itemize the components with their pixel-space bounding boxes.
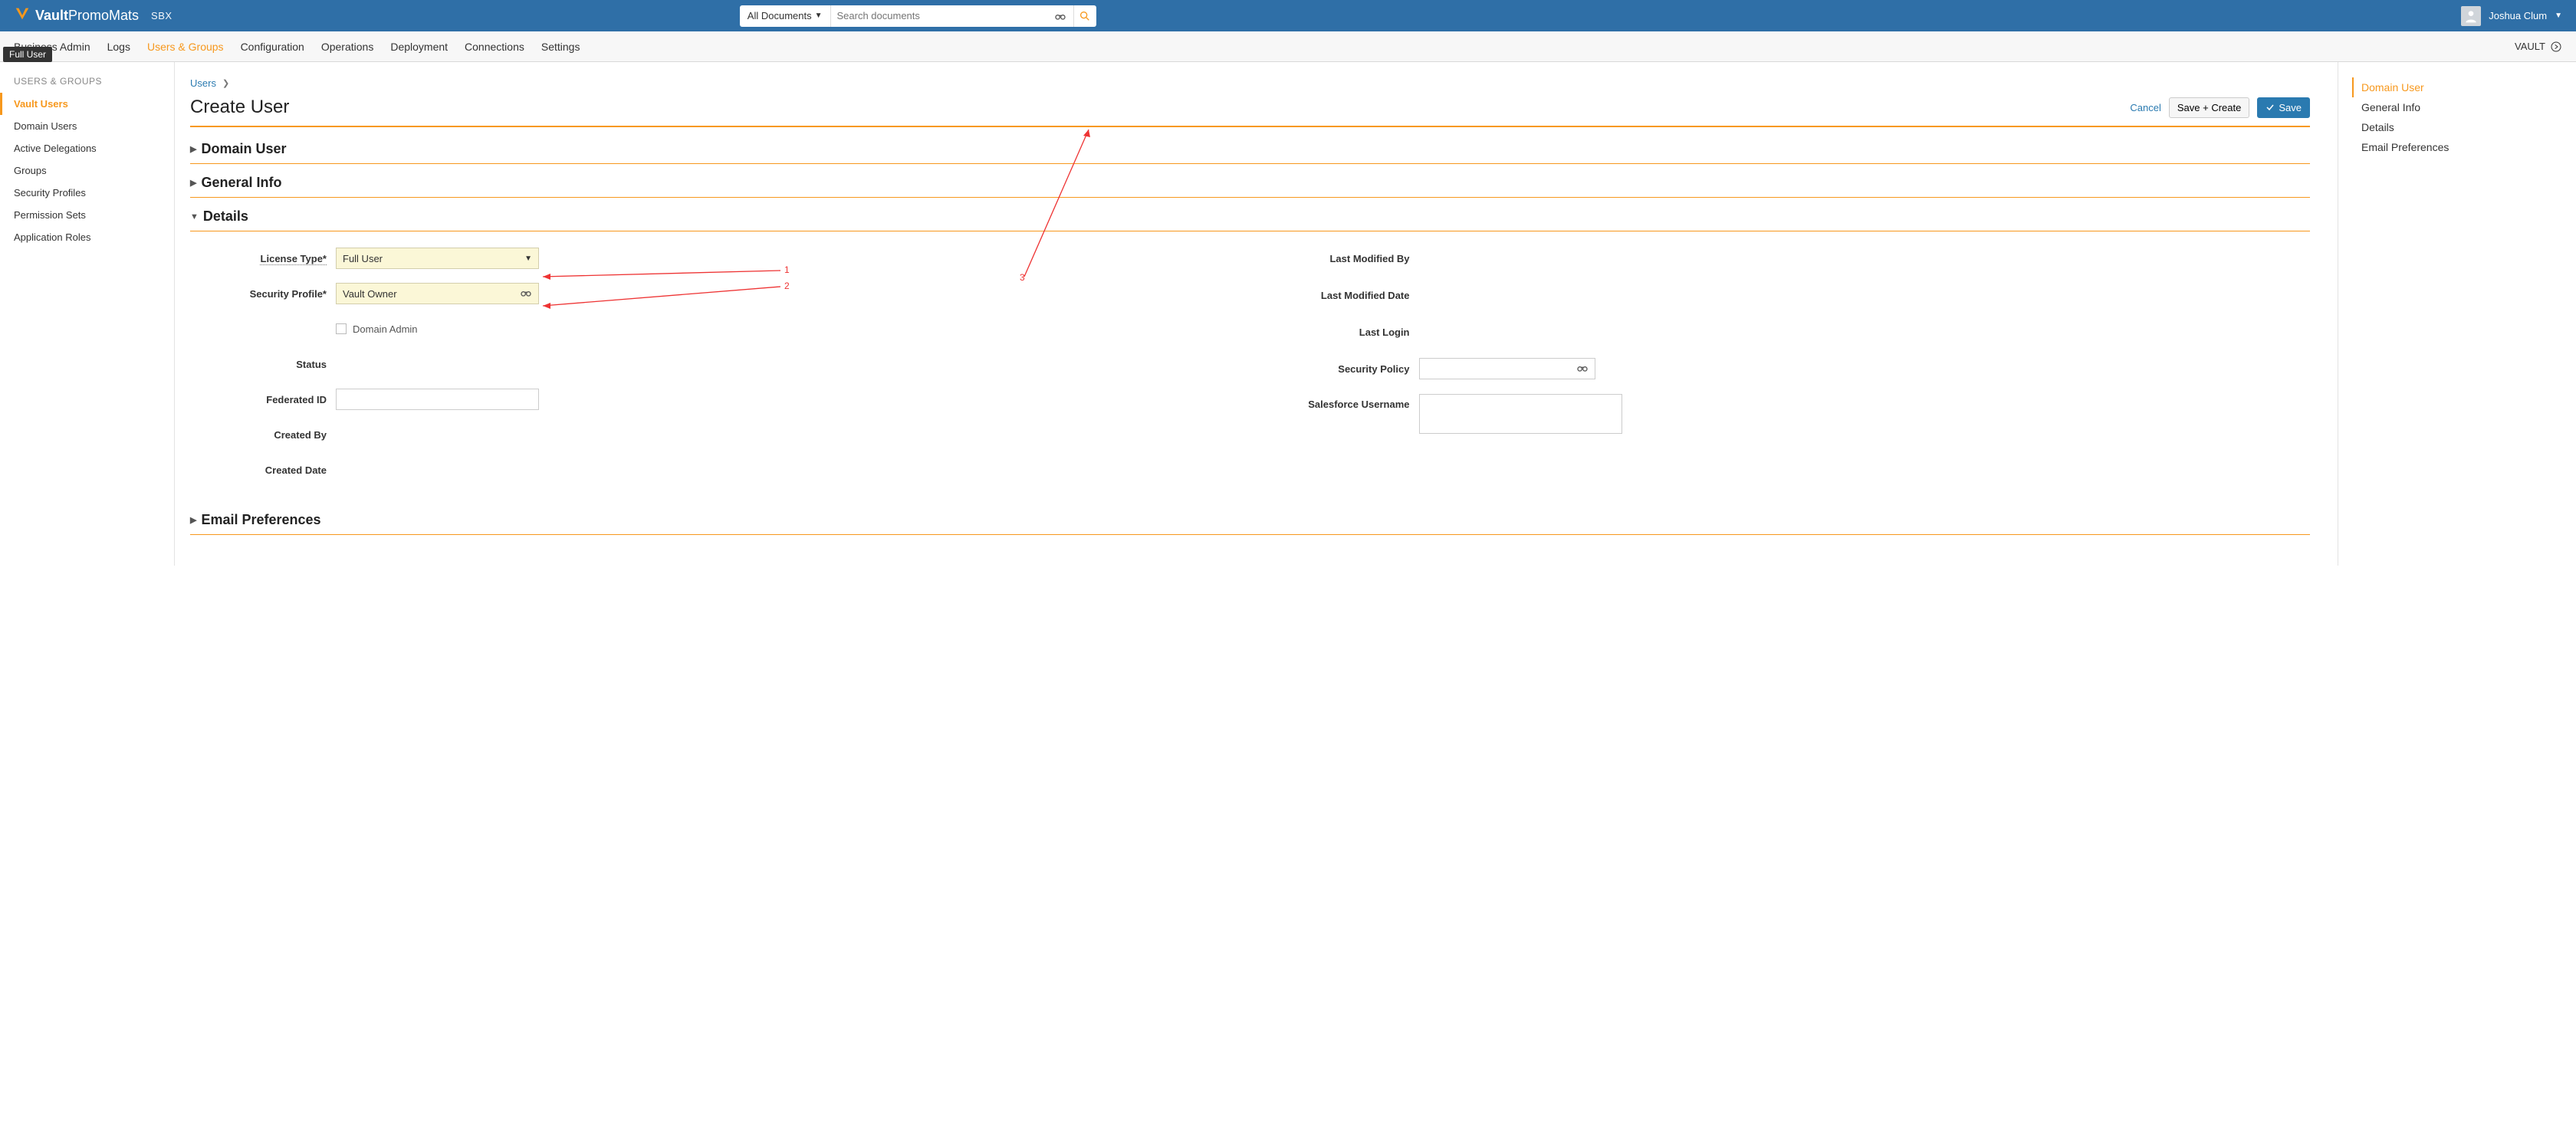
section-email-preferences[interactable]: ▶ Email Preferences (190, 501, 2310, 535)
vault-switch-link[interactable]: VAULT (2515, 41, 2562, 53)
security-policy-label: Security Policy (1266, 363, 1419, 375)
federated-id-input[interactable] (336, 389, 539, 410)
page-actions: Cancel Save + Create Save (2130, 97, 2310, 118)
checkbox-icon (336, 323, 347, 334)
toc-email-preferences[interactable]: Email Preferences (2352, 137, 2561, 157)
section-toc: Domain User General Info Details Email P… (2338, 62, 2576, 566)
sidebar-item-domain-users[interactable]: Domain Users (0, 115, 174, 137)
user-menu[interactable]: Joshua Clum ▼ (2461, 6, 2562, 26)
top-bar: VaultPromoMats SBX All Documents ▼ Joshu… (0, 0, 2576, 31)
salesforce-username-input[interactable] (1419, 394, 1622, 434)
sidebar-item-security-profiles[interactable]: Security Profiles (0, 182, 174, 204)
user-name: Joshua Clum (2489, 10, 2547, 21)
created-by-label: Created By (198, 429, 336, 441)
section-details[interactable]: ▼ Details (190, 198, 2310, 231)
binoculars-icon[interactable] (1047, 10, 1073, 22)
sidebar-item-application-roles[interactable]: Application Roles (0, 226, 174, 248)
security-profile-label: Security Profile* (198, 288, 336, 300)
nav-deployment[interactable]: Deployment (390, 41, 448, 53)
content: Users ❯ Create User Cancel Save + Create… (175, 62, 2338, 566)
search-button[interactable] (1073, 5, 1096, 27)
primary-nav: Full User Business Admin Logs Users & Gr… (0, 31, 2576, 62)
license-type-label: License Type* (198, 253, 336, 264)
brand-logo: VaultPromoMats SBX (14, 5, 172, 27)
logo-mark-icon (14, 5, 31, 27)
check-icon (2266, 103, 2275, 112)
breadcrumb: Users ❯ (190, 77, 2310, 89)
nav-users-groups[interactable]: Users & Groups (147, 41, 224, 53)
arrow-circle-icon (2550, 41, 2562, 53)
details-form: License Type* Full User ▼ Security Profi… (190, 231, 2310, 501)
details-right-column: Last Modified By Last Modified Date Last… (1266, 247, 2303, 494)
tooltip: Full User (3, 47, 52, 62)
page-header: Create User Cancel Save + Create Save (190, 97, 2310, 127)
toc-general-info[interactable]: General Info (2352, 97, 2561, 117)
section-general-info[interactable]: ▶ General Info (190, 164, 2310, 198)
created-date-label: Created Date (198, 464, 336, 476)
nav-settings[interactable]: Settings (541, 41, 580, 53)
main-area: USERS & GROUPS Vault Users Domain Users … (0, 62, 2576, 566)
section-domain-user[interactable]: ▶ Domain User (190, 130, 2310, 164)
toc-details[interactable]: Details (2352, 117, 2561, 137)
search-bar: All Documents ▼ (740, 5, 1096, 27)
save-create-button[interactable]: Save + Create (2169, 97, 2249, 118)
nav-configuration[interactable]: Configuration (241, 41, 304, 53)
last-login-label: Last Login (1266, 327, 1419, 338)
brand-name: VaultPromoMats (35, 8, 139, 24)
license-type-select[interactable]: Full User ▼ (336, 248, 539, 269)
cancel-link[interactable]: Cancel (2130, 102, 2160, 113)
search-scope-dropdown[interactable]: All Documents ▼ (740, 5, 831, 27)
caret-down-icon: ▼ (524, 254, 532, 263)
sidebar-item-groups[interactable]: Groups (0, 159, 174, 182)
nav-logs[interactable]: Logs (107, 41, 130, 53)
triangle-right-icon: ▶ (190, 178, 196, 188)
avatar-icon (2461, 6, 2481, 26)
salesforce-username-label: Salesforce Username (1266, 394, 1419, 410)
caret-down-icon: ▼ (2555, 11, 2562, 20)
nav-connections[interactable]: Connections (465, 41, 524, 53)
breadcrumb-root[interactable]: Users (190, 77, 216, 89)
page-title: Create User (190, 97, 289, 118)
binoculars-icon (1576, 362, 1589, 376)
search-input[interactable] (831, 10, 1047, 21)
last-modified-by-label: Last Modified By (1266, 253, 1419, 264)
search-scope-label: All Documents (748, 10, 812, 21)
sidebar: USERS & GROUPS Vault Users Domain Users … (0, 62, 175, 566)
sidebar-item-permission-sets[interactable]: Permission Sets (0, 204, 174, 226)
last-modified-date-label: Last Modified Date (1266, 290, 1419, 301)
sidebar-item-vault-users[interactable]: Vault Users (0, 93, 174, 115)
save-button[interactable]: Save (2257, 97, 2310, 118)
nav-operations[interactable]: Operations (321, 41, 373, 53)
domain-admin-checkbox[interactable]: Domain Admin (336, 323, 1235, 335)
triangle-right-icon: ▶ (190, 144, 196, 154)
triangle-down-icon: ▼ (190, 212, 199, 222)
security-profile-lookup[interactable]: Vault Owner (336, 283, 539, 304)
chevron-right-icon: ❯ (222, 78, 229, 88)
caret-down-icon: ▼ (815, 11, 823, 20)
sidebar-title: USERS & GROUPS (0, 73, 174, 93)
sidebar-item-active-delegations[interactable]: Active Delegations (0, 137, 174, 159)
triangle-right-icon: ▶ (190, 515, 196, 525)
federated-id-label: Federated ID (198, 394, 336, 405)
details-left-column: License Type* Full User ▼ Security Profi… (198, 247, 1235, 494)
env-badge: SBX (151, 10, 172, 21)
security-policy-lookup[interactable] (1419, 358, 1595, 379)
status-label: Status (198, 359, 336, 370)
binoculars-icon (520, 287, 532, 301)
toc-domain-user[interactable]: Domain User (2352, 77, 2561, 97)
